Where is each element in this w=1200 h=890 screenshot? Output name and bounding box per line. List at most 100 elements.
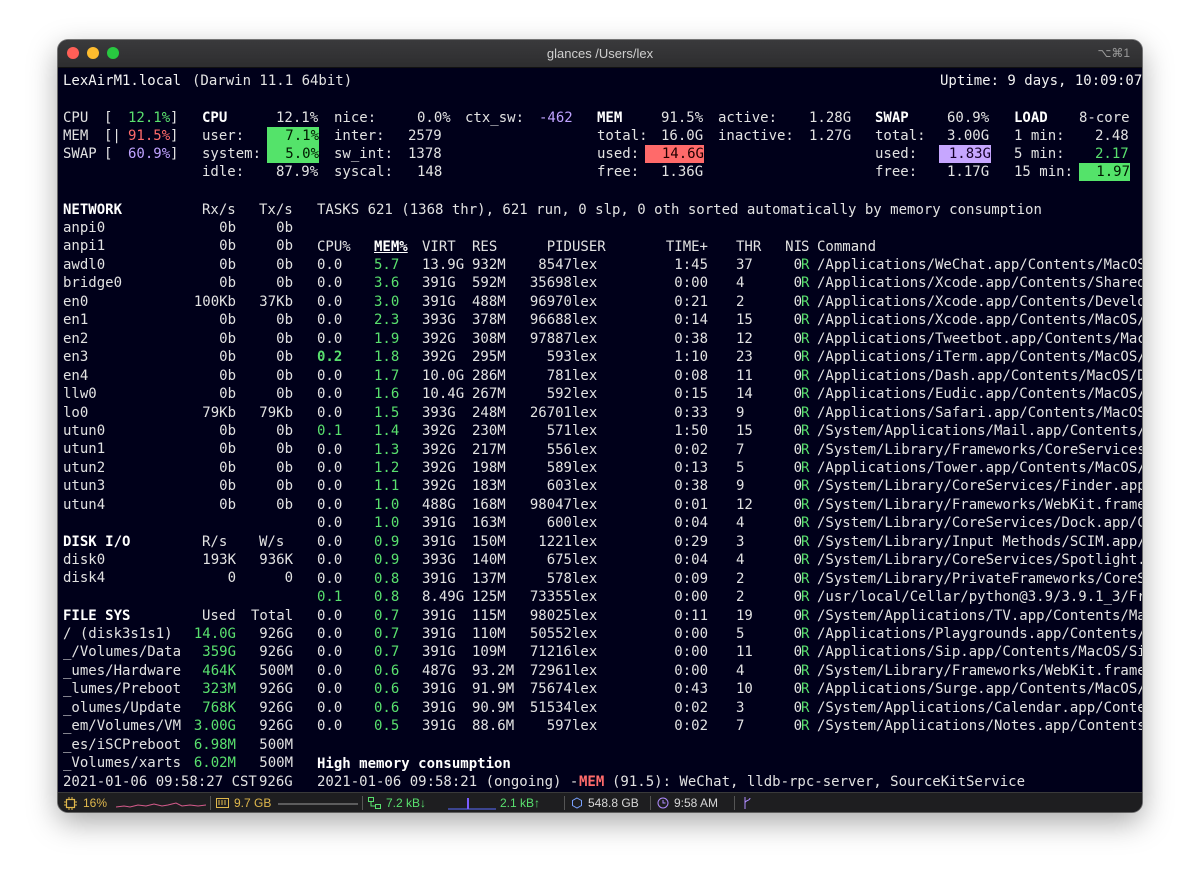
process-mem: 1.1: [374, 478, 400, 495]
process-res: 295M: [472, 349, 506, 366]
disk-name: disk0: [63, 552, 106, 568]
process-cpu: 0.0: [317, 478, 343, 495]
fs-total: 926G: [259, 699, 293, 716]
process-pid: 603: [546, 478, 572, 495]
status-sep-1: [210, 796, 211, 810]
process-mem: 0.9: [374, 552, 400, 569]
process-thr: 4: [736, 515, 745, 532]
cpu-inter-value: 2579: [408, 128, 442, 144]
load-1m-label: 1 min:: [1014, 128, 1065, 144]
network-tx-header: Tx/s: [259, 202, 293, 218]
process-virt: 391G: [422, 515, 456, 532]
process-thr: 10: [736, 681, 753, 698]
ql-cpu-label: CPU: [63, 110, 89, 126]
swap-total-label: total:: [875, 128, 926, 144]
process-virt: 392G: [422, 349, 456, 366]
load-5m-value: 2.17: [1095, 146, 1129, 162]
process-cpu: 0.0: [317, 533, 343, 550]
swap-free-label: free:: [875, 164, 918, 180]
fs-used: 14.0G: [193, 626, 236, 642]
process-time: 0:02: [674, 718, 708, 735]
process-res: 308M: [472, 330, 506, 347]
process-thr: 14: [736, 386, 753, 403]
process-mem: 5.7: [374, 257, 400, 273]
process-thr: 37: [736, 257, 753, 273]
process-cmd: /Applications/Playgrounds.app/Contents/: [817, 626, 1142, 642]
process-pid: 26701: [529, 404, 572, 421]
process-ni: 0: [793, 367, 802, 384]
network-rx: 0b: [219, 478, 236, 495]
process-pid: 96970: [529, 293, 572, 310]
process-thr: 2: [736, 589, 745, 606]
process-virt: 391G: [422, 626, 456, 642]
window-title: glances /Users/lex: [546, 46, 654, 61]
process-thr: 23: [736, 349, 753, 366]
process-cmd: /System/Applications/Mail.app/Contents/: [817, 423, 1142, 440]
process-res: 217M: [472, 441, 506, 458]
network-tx: 0b: [276, 422, 293, 439]
process-virt: 10.4G: [422, 386, 465, 403]
fs-used: 6.02M: [193, 755, 236, 772]
process-cmd: /System/Library/Frameworks/WebKit.frame: [817, 662, 1142, 679]
load-15m-label: 15 min:: [1014, 164, 1074, 180]
process-thr: 4: [736, 552, 745, 569]
fs-used: 464K: [202, 662, 236, 679]
fs-used: 768K: [202, 699, 236, 716]
cpu-system-value: 5.0%: [267, 145, 319, 163]
process-virt: 391G: [422, 718, 456, 735]
process-ni: 0: [793, 496, 802, 513]
process-cpu: 0.0: [317, 644, 343, 661]
process-ni: 0: [793, 275, 802, 292]
process-virt: 488G: [422, 496, 456, 513]
process-time: 0:11: [674, 607, 708, 624]
process-user: lex: [572, 257, 598, 273]
swap-title: SWAP: [875, 110, 909, 126]
fs-total-header: Total: [251, 608, 294, 624]
process-res: 488M: [472, 293, 506, 310]
network-tx: 0b: [276, 275, 293, 292]
process-pid: 72961: [529, 662, 572, 679]
process-thr: 4: [736, 275, 745, 292]
process-user: lex: [572, 312, 598, 329]
network-interface: lo0: [63, 404, 89, 421]
process-thr: 11: [736, 644, 753, 661]
fs-mount: _olumes/Update: [63, 699, 182, 716]
process-res: 163M: [472, 515, 506, 532]
col-header-res: RES: [472, 239, 498, 255]
cpu-total: 12.1%: [276, 110, 319, 126]
process-res: 150M: [472, 533, 506, 550]
process-cmd: /Applications/Dash.app/Contents/MacOS/D: [817, 367, 1142, 384]
process-pid: 600: [546, 515, 572, 532]
process-thr: 5: [736, 626, 745, 642]
process-ni: 0: [793, 662, 802, 679]
hostname: LexAirM1.local: [63, 73, 182, 89]
clock-icon: [657, 797, 669, 809]
col-header-cpu: CPU%: [317, 239, 351, 255]
process-ni: 0: [793, 312, 802, 329]
fs-title: FILE SYS: [63, 608, 131, 624]
process-ni: 0: [793, 589, 802, 606]
process-ni: 0: [793, 515, 802, 532]
process-time: 0:13: [674, 459, 708, 476]
process-user: lex: [572, 423, 598, 440]
process-time: 0:02: [674, 699, 708, 716]
process-user: lex: [572, 330, 598, 347]
process-res: 115M: [472, 607, 506, 624]
cpu-ctx-value: -462: [539, 110, 573, 126]
process-ni: 0: [793, 681, 802, 698]
process-mem: 1.2: [374, 459, 400, 476]
process-mem: 1.0: [374, 496, 400, 513]
network-rx: 0b: [219, 312, 236, 329]
process-user: lex: [572, 496, 598, 513]
load-15m-value: 1.97: [1079, 163, 1130, 181]
network-interface: en4: [63, 367, 89, 384]
process-time: 0:29: [674, 533, 708, 550]
process-res: 90.9M: [472, 699, 515, 716]
fs-used: 3.00G: [193, 718, 236, 735]
process-res: 183M: [472, 478, 506, 495]
network-interface: awdl0: [63, 256, 106, 273]
network-interface: anpi1: [63, 238, 106, 255]
process-cmd: /Applications/Safari.app/Contents/MacOS: [817, 404, 1142, 421]
process-res: 88.6M: [472, 718, 515, 735]
process-cmd: /usr/local/Cellar/python@3.9/3.9.1_3/Fr: [817, 589, 1142, 606]
